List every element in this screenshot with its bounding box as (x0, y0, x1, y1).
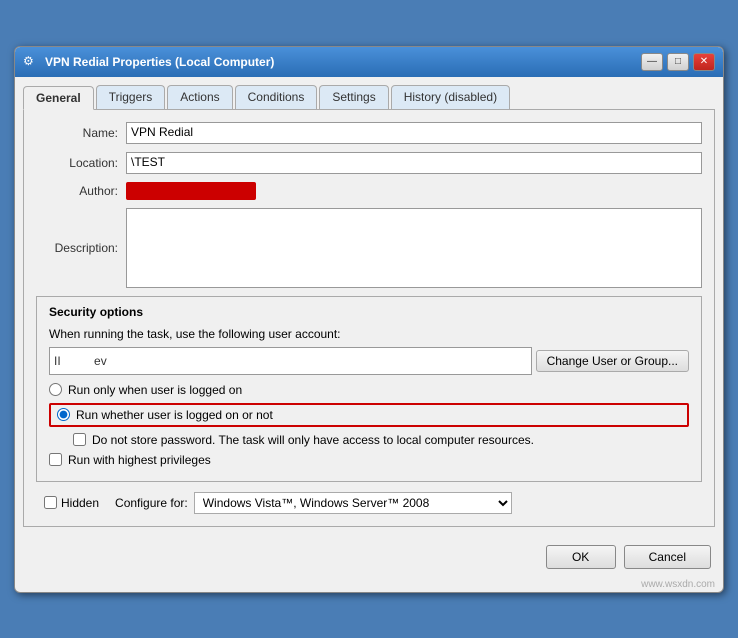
tab-general[interactable]: General (23, 86, 94, 110)
highest-privileges-label: Run with highest privileges (68, 453, 211, 467)
description-label: Description: (36, 241, 126, 255)
hidden-check: Hidden (44, 496, 99, 510)
no-store-password-checkbox[interactable] (73, 433, 86, 446)
location-label: Location: (36, 156, 126, 170)
user-part2: ev (94, 350, 107, 372)
location-value: \TEST (126, 152, 702, 174)
security-group: Security options When running the task, … (36, 296, 702, 482)
radio-whether-logged-row: Run whether user is logged on or not (49, 403, 689, 427)
name-value[interactable]: VPN Redial (126, 122, 702, 144)
minimize-button[interactable]: — (641, 53, 663, 71)
title-bar: ⚙ VPN Redial Properties (Local Computer)… (15, 47, 723, 77)
no-store-password-row: Do not store password. The task will onl… (49, 433, 689, 447)
main-window: ⚙ VPN Redial Properties (Local Computer)… (14, 46, 724, 593)
close-button[interactable]: ✕ (693, 53, 715, 71)
tab-bar: General Triggers Actions Conditions Sett… (23, 85, 715, 110)
security-title: Security options (49, 305, 689, 319)
name-row: Name: VPN Redial (36, 122, 702, 144)
location-row: Location: \TEST (36, 152, 702, 174)
ok-button[interactable]: OK (546, 545, 616, 569)
dialog-body: General Triggers Actions Conditions Sett… (15, 77, 723, 535)
no-store-password-label: Do not store password. The task will onl… (92, 433, 534, 447)
user-part1: II (54, 350, 61, 372)
name-label: Name: (36, 126, 126, 140)
configure-label: Configure for: (115, 496, 188, 510)
watermark: www.wsxdn.com (15, 577, 723, 592)
radio-whether-logged-label: Run whether user is logged on or not (76, 408, 273, 422)
tab-conditions[interactable]: Conditions (235, 85, 318, 109)
title-buttons: — □ ✕ (641, 53, 715, 71)
hidden-checkbox[interactable] (44, 496, 57, 509)
change-user-button[interactable]: Change User or Group... (536, 350, 689, 372)
description-row: Description: (36, 208, 702, 288)
radio-logged-on-row: Run only when user is logged on (49, 383, 689, 397)
maximize-button[interactable]: □ (667, 53, 689, 71)
user-account-label: When running the task, use the following… (49, 327, 689, 341)
description-value[interactable] (126, 208, 702, 288)
tab-history[interactable]: History (disabled) (391, 85, 510, 109)
hidden-label: Hidden (61, 496, 99, 510)
window-icon: ⚙ (23, 54, 39, 70)
bottom-row: Hidden Configure for: Windows Vista™, Wi… (36, 492, 702, 514)
radio-logged-on-label: Run only when user is logged on (68, 383, 242, 397)
title-bar-left: ⚙ VPN Redial Properties (Local Computer) (23, 54, 274, 70)
tab-triggers[interactable]: Triggers (96, 85, 166, 109)
highest-privileges-row: Run with highest privileges (49, 453, 689, 467)
author-label: Author: (36, 184, 126, 198)
tab-content: Name: VPN Redial Location: \TEST Author:… (23, 110, 715, 527)
tab-actions[interactable]: Actions (167, 85, 232, 109)
author-row: Author: (36, 182, 702, 200)
radio-logged-on[interactable] (49, 383, 62, 396)
user-account-row: II ev Change User or Group... (49, 347, 689, 375)
highest-privileges-checkbox[interactable] (49, 453, 62, 466)
user-account-input[interactable]: II ev (49, 347, 532, 375)
cancel-button[interactable]: Cancel (624, 545, 711, 569)
dialog-buttons: OK Cancel (15, 535, 723, 577)
window-title: VPN Redial Properties (Local Computer) (45, 55, 274, 69)
author-redacted (126, 182, 256, 200)
radio-whether-logged[interactable] (57, 408, 70, 421)
configure-select[interactable]: Windows Vista™, Windows Server™ 2008 Win… (194, 492, 512, 514)
tab-settings[interactable]: Settings (319, 85, 388, 109)
